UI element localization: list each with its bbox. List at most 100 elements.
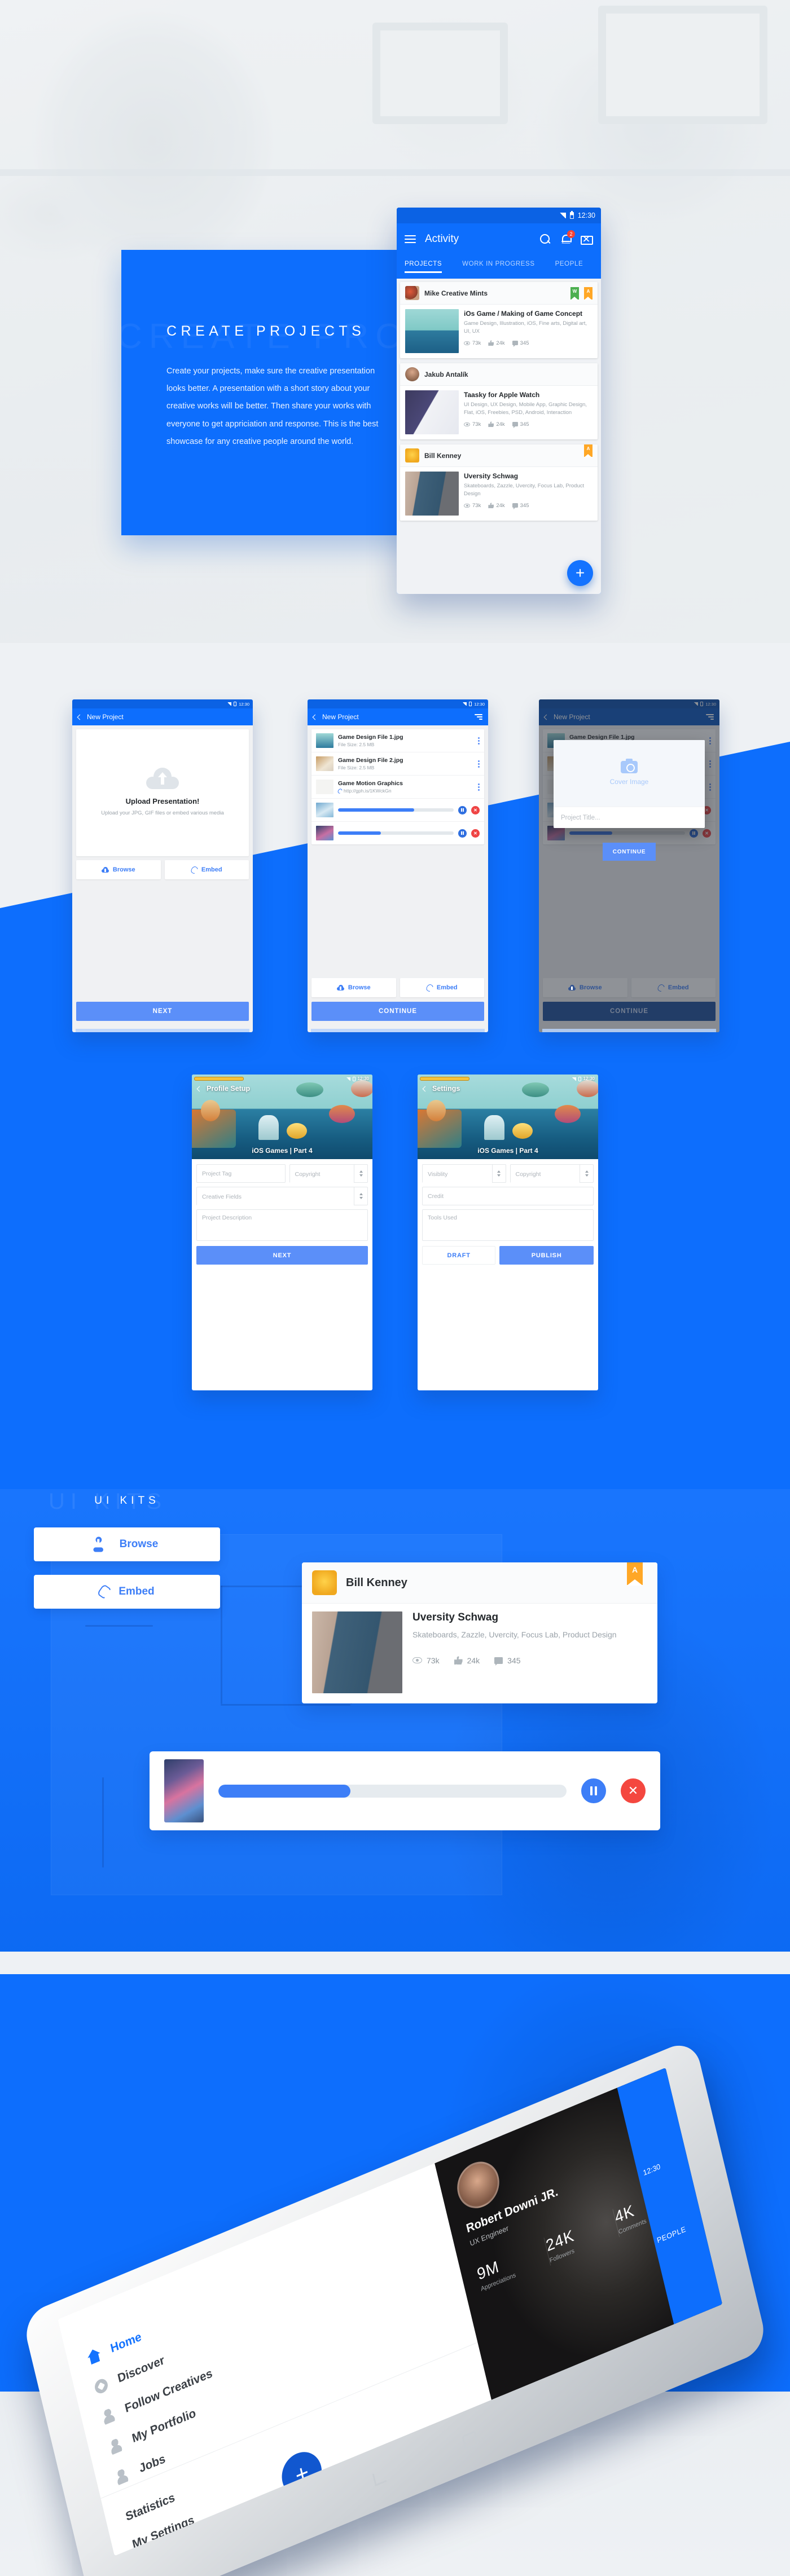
tab-projects[interactable]: PROJECTS (405, 261, 442, 273)
avatar (405, 286, 419, 300)
spinner-icon[interactable] (354, 1165, 367, 1182)
browse-button[interactable]: Browse (76, 860, 161, 879)
credit-input[interactable]: Credit (422, 1187, 594, 1205)
feed-card[interactable]: Mike Creative Mints W A iOs Game / Makin… (400, 282, 598, 358)
back-icon[interactable] (77, 714, 83, 720)
overflow-menu-icon[interactable] (478, 783, 480, 791)
visibility-label: Visiblity (423, 1165, 492, 1183)
thumbs-up-icon (454, 1656, 463, 1665)
pause-button[interactable] (581, 1778, 606, 1803)
embed-label: Embed (201, 866, 222, 873)
comments-stat: 345 (512, 340, 529, 347)
add-project-fab[interactable]: + (567, 560, 593, 586)
embed-kit-button[interactable]: Embed (34, 1575, 220, 1609)
continue-button[interactable]: CONTINUE (311, 1002, 484, 1021)
project-description-textarea[interactable]: Project Description (196, 1209, 368, 1241)
browse-kit-button[interactable]: Browse (34, 1527, 220, 1561)
browse-label: Browse (348, 984, 371, 991)
thumbs-up-icon (488, 503, 494, 509)
copyright-select[interactable]: Copyright (510, 1164, 594, 1183)
overflow-menu-icon[interactable] (478, 760, 480, 768)
battery-icon (569, 211, 574, 219)
settings-form: Visiblity Copyright Credit Tools Used DR… (418, 1159, 598, 1269)
pause-button[interactable] (458, 805, 467, 814)
file-thumbnail (316, 780, 333, 794)
notifications-icon[interactable]: 2 (560, 230, 575, 245)
feed-card[interactable]: Bill Kenney A Uversity Schwag Skateboard… (400, 444, 598, 521)
back-icon[interactable] (422, 1086, 428, 1091)
pause-button[interactable] (458, 829, 467, 838)
activity-feed[interactable]: Mike Creative Mints W A iOs Game / Makin… (397, 279, 601, 594)
upload-row: ✕ (311, 799, 484, 822)
mail-icon[interactable] (581, 235, 593, 245)
battery-icon (469, 702, 472, 706)
file-row[interactable]: Game Motion Graphics http://gph.is/1KWck… (311, 776, 484, 799)
signal-icon (559, 213, 566, 218)
home-icon (86, 2347, 102, 2366)
avatar (312, 1570, 337, 1595)
search-icon[interactable] (539, 233, 551, 245)
browse-button[interactable]: Browse (311, 978, 396, 997)
visibility-select[interactable]: Visiblity (422, 1164, 506, 1183)
project-form: Project Tag Copyright Creative Fields Pr… (192, 1159, 372, 1269)
card-header: Bill Kenney A (400, 444, 598, 467)
next-button[interactable]: NEXT (196, 1246, 368, 1265)
back-icon[interactable] (312, 714, 318, 720)
views-stat: 73k (464, 503, 481, 509)
badge-ribbon-orange: A (584, 287, 592, 300)
upload-progress-bar (338, 808, 454, 812)
status-time: 12:30 (239, 701, 249, 707)
back-icon[interactable] (196, 1086, 203, 1091)
creative-fields-select[interactable]: Creative Fields (196, 1187, 368, 1206)
camera-icon (621, 759, 638, 773)
project-tag-input[interactable]: Project Tag (196, 1164, 286, 1183)
next-button[interactable]: NEXT (76, 1002, 249, 1021)
iceberg-art (484, 1115, 504, 1140)
back-nav-icon[interactable] (372, 2469, 387, 2487)
upload-dropzone[interactable]: Upload Presentation! Upload your JPG, GI… (76, 729, 249, 856)
compass-icon (93, 2377, 109, 2396)
likes-count: 24k (496, 340, 505, 346)
tools-used-textarea[interactable]: Tools Used (422, 1209, 594, 1241)
profile-setup-phone: 12:30 Profile Setup iOS Games | Part 4 P… (192, 1075, 372, 1390)
publish-button[interactable]: PUBLISH (499, 1246, 594, 1265)
menu-icon[interactable] (405, 235, 416, 243)
project-thumbnail (405, 390, 459, 434)
badge-ribbon-orange: A (627, 1562, 643, 1586)
copyright-select[interactable]: Copyright (289, 1164, 368, 1183)
modal-continue-button[interactable]: CONTINUE (603, 843, 656, 861)
cloud-upload-icon (101, 867, 109, 873)
spinner-icon[interactable] (491, 1165, 506, 1182)
cover-image-picker[interactable]: Cover Image (554, 740, 705, 807)
draft-button[interactable]: DRAFT (422, 1246, 496, 1265)
file-row[interactable]: Game Design File 2.jpg File Size: 2.5 MB (311, 752, 484, 776)
settings-phone: 12:30 Settings iOS Games | Part 4 Visibl… (418, 1075, 598, 1390)
spinner-icon[interactable] (354, 1187, 367, 1205)
file-row[interactable]: Game Design File 1.jpg File Size: 2.5 MB (311, 729, 484, 752)
card-body: Uversity Schwag Skateboards, Zazzle, Uve… (400, 467, 598, 521)
cancel-button[interactable]: ✕ (471, 829, 480, 838)
tab-people[interactable]: PEOPLE (555, 261, 583, 273)
stats-row: 73k 24k 345 (412, 1656, 647, 1666)
status-time: 12:30 (577, 212, 595, 219)
sort-icon[interactable] (475, 714, 482, 720)
overflow-menu-icon[interactable] (478, 737, 480, 745)
stack-sheet (76, 1029, 249, 1032)
tab-work-in-progress[interactable]: WORK IN PROGRESS (462, 261, 534, 273)
feed-card[interactable]: Jakub Antalík Taasky for Apple Watch UI … (400, 363, 598, 439)
home-nav-icon[interactable] (462, 2430, 479, 2451)
cancel-button[interactable]: ✕ (621, 1778, 646, 1803)
upload-phone: 12:30 New Project Upload Presentation! U… (72, 699, 253, 1032)
spinner-icon[interactable] (580, 1165, 593, 1182)
embed-button[interactable]: Embed (164, 860, 249, 879)
views-count: 73k (472, 502, 481, 509)
page-root: CREATE PROJECTS CREATE PROJECTS Create y… (0, 0, 790, 2576)
views-stat: 73k (464, 340, 481, 346)
project-title: Uversity Schwag (464, 472, 519, 480)
project-title-input[interactable]: Project Title... (554, 807, 705, 828)
featured-project-card[interactable]: Bill Kenney A Uversity Schwag Skateboard… (302, 1562, 657, 1703)
embed-button[interactable]: Embed (400, 978, 484, 997)
cancel-button[interactable]: ✕ (471, 805, 480, 814)
ui-kits-heading: UI KITS (94, 1495, 160, 1507)
page-description: Create your projects, make sure the crea… (166, 367, 379, 446)
